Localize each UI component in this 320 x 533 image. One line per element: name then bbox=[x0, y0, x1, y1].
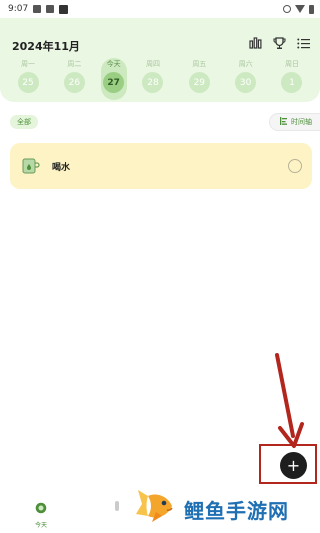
nav-today[interactable]: 今天 bbox=[26, 499, 56, 529]
trophy-icon[interactable] bbox=[272, 36, 286, 50]
list-icon[interactable] bbox=[296, 36, 310, 50]
add-task-button[interactable]: + bbox=[280, 452, 307, 479]
calendar-header: 2024年11月 周一 25 周二 26 今天 27 周四 28 周五 29 周… bbox=[0, 18, 320, 102]
image-notification-icon bbox=[33, 5, 42, 13]
day-thu[interactable]: 周四 28 bbox=[133, 58, 173, 100]
month-title[interactable]: 2024年11月 bbox=[12, 38, 80, 54]
timeline-label: 时间轴 bbox=[291, 118, 312, 126]
weekday-label: 周四 bbox=[145, 60, 160, 68]
day-mon[interactable]: 周一 25 bbox=[8, 58, 48, 100]
day-fri[interactable]: 周五 29 bbox=[179, 58, 219, 100]
bar-chart-icon[interactable] bbox=[248, 36, 262, 50]
cup-icon bbox=[20, 155, 42, 177]
task-label: 喝水 bbox=[52, 162, 71, 173]
date-number: 25 bbox=[17, 72, 39, 93]
date-number: 27 bbox=[103, 72, 125, 93]
wifi-icon bbox=[295, 5, 305, 13]
weekday-label: 今天 bbox=[106, 60, 121, 68]
filter-all-chip[interactable]: 全部 bbox=[10, 115, 38, 129]
day-sat[interactable]: 周六 30 bbox=[226, 58, 266, 100]
weekday-label: 周日 bbox=[284, 60, 299, 68]
watermark-text: 鲤鱼手游网 bbox=[184, 498, 289, 523]
watermark: 鲤鱼手游网 bbox=[134, 488, 289, 530]
task-card[interactable]: 喝水 bbox=[10, 143, 312, 189]
weekday-label: 周一 bbox=[21, 60, 35, 68]
date-number: 1 bbox=[281, 72, 303, 93]
weekday-label: 周二 bbox=[67, 60, 82, 68]
weekday-label: 周六 bbox=[238, 60, 253, 68]
today-nav-icon bbox=[35, 499, 47, 518]
app-screen: 9:07 2024年11月 周一 25 周二 26 今天 27 周四 28 周五… bbox=[0, 0, 320, 533]
date-number: 30 bbox=[235, 72, 257, 93]
weekday-label: 周五 bbox=[192, 60, 207, 68]
date-number: 28 bbox=[142, 72, 164, 93]
nav-second[interactable] bbox=[112, 499, 122, 519]
status-bar: 9:07 bbox=[0, 0, 320, 18]
battery-icon bbox=[309, 4, 314, 14]
day-sun[interactable]: 周日 1 bbox=[272, 58, 312, 100]
day-today[interactable]: 今天 27 bbox=[100, 58, 127, 100]
date-number: 26 bbox=[63, 72, 85, 93]
nav-second-icon bbox=[113, 499, 121, 518]
dnd-icon bbox=[283, 5, 291, 13]
date-number: 29 bbox=[188, 72, 210, 93]
task-complete-checkbox[interactable] bbox=[288, 159, 302, 173]
app-notification-icon bbox=[46, 5, 55, 13]
timeline-toggle[interactable]: 时间轴 bbox=[269, 113, 320, 131]
fish-logo-icon bbox=[134, 488, 178, 530]
status-time: 9:07 bbox=[8, 4, 29, 14]
timeline-icon bbox=[280, 117, 288, 127]
nav-today-label: 今天 bbox=[34, 522, 47, 529]
square-notification-icon bbox=[59, 4, 69, 14]
day-tue[interactable]: 周二 26 bbox=[54, 58, 94, 100]
week-strip: 周一 25 周二 26 今天 27 周四 28 周五 29 周六 30 周日 1 bbox=[8, 58, 312, 100]
